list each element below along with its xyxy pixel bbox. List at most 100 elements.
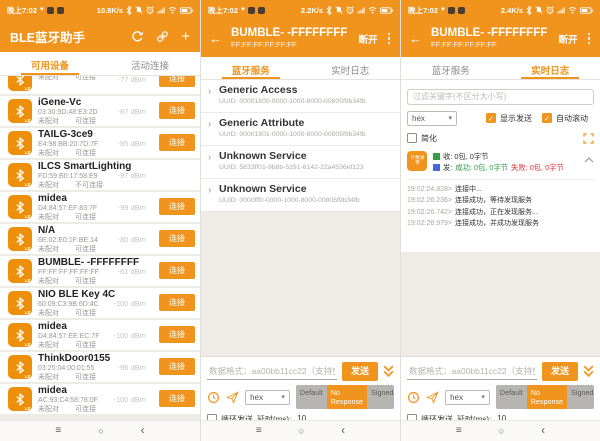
disconnect-button[interactable]: 断开 — [558, 32, 577, 46]
pair-status: 未配对 — [38, 341, 59, 350]
device-mac-subtitle: FF:FF:FF:FF:FF:FF — [431, 40, 550, 50]
refresh-button[interactable] — [131, 30, 144, 43]
format-select[interactable]: hex — [445, 390, 490, 405]
send-color-square — [433, 164, 440, 171]
nav-home-button[interactable] — [499, 426, 504, 437]
filter-input[interactable] — [407, 89, 594, 105]
send-button[interactable]: 发送 — [542, 362, 578, 381]
connect-button[interactable]: 连接 — [159, 76, 195, 87]
pair-status: 未配对 — [38, 213, 59, 222]
counter-reset-badge[interactable]: 计数清零 — [407, 151, 427, 171]
expand-composer-icon[interactable] — [583, 365, 594, 378]
tab-bluetooth-services[interactable]: 蓝牙服务 — [201, 57, 301, 79]
disconnect-button[interactable]: 断开 — [358, 32, 377, 46]
segment-default[interactable]: Default — [496, 385, 527, 409]
service-row[interactable]: Unknown Service UUID: 0000fff0-0000-1000… — [201, 179, 400, 212]
overflow-menu-icon[interactable] — [386, 31, 393, 47]
nav-back-button[interactable] — [341, 425, 345, 437]
nav-home-button[interactable] — [299, 426, 304, 437]
data-input[interactable] — [207, 364, 337, 380]
battery-icon — [180, 7, 193, 14]
device-row[interactable]: NIO BLE Key 4C 60:09:C3:9B:6D:4C 未配对 可连接… — [0, 288, 200, 318]
link-connect-button[interactable] — [156, 30, 169, 43]
rssi-value: -100 dBm — [113, 331, 146, 340]
schedule-send-icon[interactable] — [407, 390, 420, 405]
device-row[interactable]: iGene-Vc 03:30:9D:48:E3:2D 未配对 可连接 -87 d… — [0, 96, 200, 126]
connect-button[interactable]: 连接 — [159, 134, 195, 151]
log-entry: 19:02:26.236>连接成功，等待发现服务 — [407, 195, 594, 207]
connect-button[interactable]: 连接 — [159, 230, 195, 247]
tab-bluetooth-services[interactable]: 蓝牙服务 — [401, 57, 501, 79]
notification-app-icon — [458, 7, 465, 14]
device-row[interactable]: ILCS SmartLighting FD:59:B0:17:58:E9 未配对… — [0, 160, 200, 190]
device-row[interactable]: N/A 6E:02:E0:1F:BE:14 未配对 可连接 -80 dBm 连接 — [0, 224, 200, 254]
log-timestamp: 19:02:26.979> — [407, 220, 452, 227]
device-row[interactable]: BUMBLE- -FFFFFFFF FF:FF:FF:FF:FF:FF 未配对 … — [0, 256, 200, 286]
service-list: Generic Access UUID: 00001800-0000-1000-… — [201, 80, 400, 212]
bluetooth-icon — [526, 6, 532, 15]
connectable-status: 可连接 — [75, 277, 96, 286]
nav-menu-button[interactable] — [256, 426, 262, 436]
collapse-chevron-icon[interactable] — [584, 157, 594, 163]
auto-scroll-checkbox[interactable] — [542, 113, 552, 123]
service-row[interactable]: Generic Attribute UUID: 00001801-0000-10… — [201, 113, 400, 146]
device-row[interactable]: ThinkDoor0155 03:25:04:00:01:55 未配对 可连接 … — [0, 352, 200, 382]
expand-composer-icon[interactable] — [383, 365, 394, 378]
connect-button[interactable]: 连接 — [159, 294, 195, 311]
back-arrow-button[interactable]: ← — [209, 31, 225, 46]
overflow-menu-icon[interactable] — [586, 31, 593, 47]
connect-button[interactable]: 连接 — [159, 390, 195, 407]
log-timestamp: 19:02:26.742> — [407, 209, 452, 216]
service-row[interactable]: Unknown Service UUID: 5833ff01-9b8b-5191… — [201, 146, 400, 179]
nav-menu-button[interactable] — [55, 426, 61, 436]
status-bar: 晚上7:02 ♥ 2.2K/s — [201, 0, 400, 20]
segment-signed[interactable]: Signed — [367, 385, 394, 409]
device-row-partial[interactable]: 42:02:00:00:42:41 未配对 可连接 -77 dBm 连接 — [0, 76, 200, 94]
nav-back-button[interactable] — [141, 425, 145, 437]
status-time: 晚上7:02 — [7, 5, 37, 16]
connect-button[interactable]: 连接 — [159, 198, 195, 215]
tab-realtime-log[interactable]: 实时日志 — [501, 57, 600, 79]
pair-status: 未配对 — [38, 309, 59, 318]
auto-scroll-label: 自动滚动 — [556, 113, 588, 124]
connect-button[interactable]: 连接 — [159, 326, 195, 343]
status-time: 晚上7:02 — [208, 5, 238, 16]
tab-available-devices[interactable]: 可用设备 — [0, 52, 100, 75]
segment-default[interactable]: Default — [296, 385, 327, 409]
segment-signed[interactable]: Signed — [567, 385, 594, 409]
paper-plane-icon[interactable] — [226, 390, 239, 405]
add-button[interactable]: + — [181, 29, 190, 44]
tab-realtime-log[interactable]: 实时日志 — [301, 57, 401, 79]
show-send-label: 显示发送 — [500, 113, 532, 124]
device-row[interactable]: midea AC:93:C4:58:78:0F 未配对 可连接 -100 dBm… — [0, 384, 200, 414]
notification-app-icon — [57, 7, 64, 14]
tab-active-connections[interactable]: 活动连接 — [100, 52, 200, 75]
format-select[interactable]: hex — [245, 390, 290, 405]
alarm-icon — [346, 6, 354, 14]
nav-menu-button[interactable] — [456, 426, 462, 436]
simplify-checkbox[interactable] — [407, 133, 417, 143]
device-row[interactable]: midea D4:84:57:EE:EC:7F 未配对 可连接 -100 dBm… — [0, 320, 200, 350]
service-row[interactable]: Generic Access UUID: 00001800-0000-1000-… — [201, 80, 400, 113]
connect-button[interactable]: 连接 — [159, 358, 195, 375]
device-row[interactable]: midea D4:84:57:EF:83:7F 未配对 可连接 -99 dBm … — [0, 192, 200, 222]
schedule-send-icon[interactable] — [207, 390, 220, 405]
log-format-select[interactable]: hex — [407, 111, 457, 126]
segment-no-response[interactable]: No Response — [327, 385, 367, 409]
back-arrow-button[interactable]: ← — [409, 31, 425, 46]
pair-status: 未配对 — [38, 405, 59, 414]
data-input[interactable] — [407, 364, 537, 380]
show-send-checkbox[interactable] — [486, 113, 496, 123]
fullscreen-expand-icon[interactable] — [583, 133, 594, 144]
device-row[interactable]: TAILG-3ce9 E4:98:BB:20:7D:7F 未配对 可连接 -85… — [0, 128, 200, 158]
write-type-segments: Default No Response Signed — [296, 385, 394, 409]
nav-back-button[interactable] — [541, 425, 545, 437]
send-button[interactable]: 发送 — [342, 362, 378, 381]
nav-home-button[interactable] — [98, 426, 103, 437]
paper-plane-icon[interactable] — [426, 390, 439, 405]
status-time: 晚上7:02 — [408, 5, 438, 16]
segment-no-response[interactable]: No Response — [527, 385, 567, 409]
log-message: 连接成功，并成功发现服务 — [455, 220, 539, 227]
connect-button[interactable]: 连接 — [159, 102, 195, 119]
connect-button[interactable]: 连接 — [159, 262, 195, 279]
